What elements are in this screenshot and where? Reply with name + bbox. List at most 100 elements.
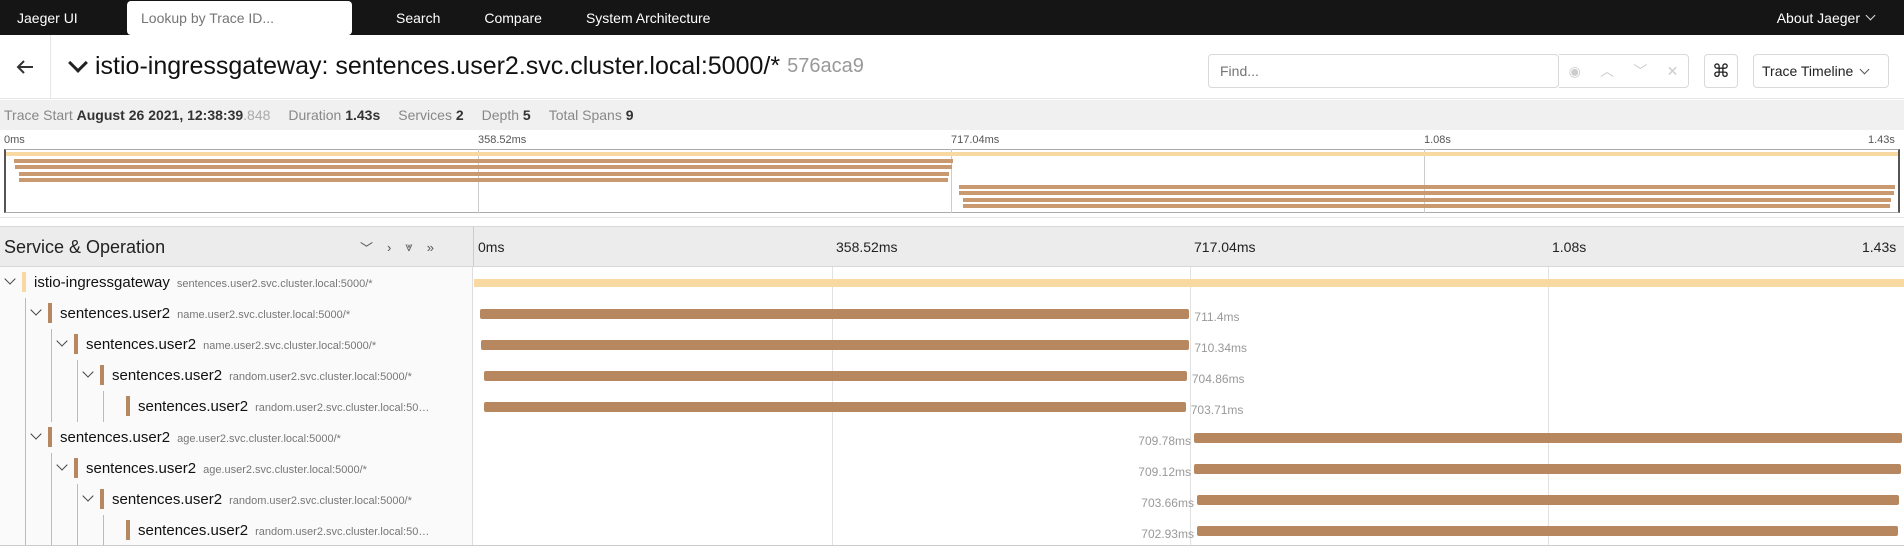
clear-icon[interactable]: ✕: [1667, 63, 1679, 80]
nav-search[interactable]: Search: [396, 10, 440, 26]
minimap-span-bar: [6, 152, 1898, 156]
span-bar[interactable]: [1193, 433, 1902, 443]
back-button[interactable]: [0, 34, 51, 99]
span-row[interactable]: sentences.user2 name.user2.svc.cluster.lo…: [0, 298, 1904, 329]
span-label[interactable]: sentences.user2 random.user2.svc.cluster.…: [138, 522, 429, 539]
tree-guide: [25, 422, 26, 453]
tree-guide: [51, 453, 52, 484]
next-match-icon[interactable]: ﹀: [1633, 61, 1647, 81]
span-row[interactable]: sentences.user2 random.user2.svc.cluster.…: [0, 484, 1904, 515]
service-name: sentences.user2: [112, 491, 223, 508]
span-name-cell[interactable]: sentences.user2 random.user2.svc.cluster.…: [0, 515, 473, 546]
toggle-children-icon[interactable]: [30, 304, 42, 316]
operation-name: random.user2.svc.cluster.local:50…: [255, 526, 430, 538]
collapse-chevron-icon[interactable]: [68, 52, 88, 73]
tree-guide: [51, 329, 52, 360]
expand-one-icon[interactable]: ›: [387, 240, 391, 255]
view-mode-select[interactable]: Trace Timeline: [1753, 54, 1889, 88]
nav-system-architecture[interactable]: System Architecture: [586, 10, 711, 26]
span-name-cell[interactable]: istio-ingressgateway sentences.user2.svc.…: [0, 267, 473, 298]
minimap-span-bar: [958, 191, 1895, 195]
trace-start-value: August 26 2021, 12:38:39: [76, 107, 244, 123]
depth: Depth 5: [482, 107, 531, 123]
span-name-cell[interactable]: sentences.user2 random.user2.svc.cluster.…: [0, 360, 473, 391]
span-row[interactable]: sentences.user2 name.user2.svc.cluster.lo…: [0, 329, 1904, 360]
span-bar[interactable]: [483, 402, 1186, 412]
span-bar[interactable]: [1196, 495, 1899, 505]
span-duration: 711.4ms: [1194, 310, 1240, 324]
tree-guide: [77, 391, 78, 422]
span-label[interactable]: sentences.user2 random.user2.svc.cluster.…: [138, 398, 429, 415]
span-duration: 710.34ms: [1194, 341, 1248, 355]
span-row[interactable]: sentences.user2 random.user2.svc.cluster.…: [0, 360, 1904, 391]
find-input[interactable]: [1209, 55, 1558, 87]
span-row[interactable]: sentences.user2 random.user2.svc.cluster.…: [0, 515, 1904, 546]
prev-match-icon[interactable]: ︿: [1600, 61, 1614, 81]
span-row[interactable]: istio-ingressgateway sentences.user2.svc.…: [0, 267, 1904, 298]
tree-guide: [25, 391, 26, 422]
span-name-cell[interactable]: sentences.user2 age.user2.svc.cluster.loc…: [0, 453, 473, 484]
nav-compare[interactable]: Compare: [484, 10, 542, 26]
span-bar[interactable]: [483, 371, 1187, 381]
span-row[interactable]: sentences.user2 random.user2.svc.cluster.…: [0, 391, 1904, 422]
keyboard-shortcuts-button[interactable]: ⌘: [1704, 54, 1738, 88]
service-name: sentences.user2: [60, 305, 171, 322]
toggle-children-icon[interactable]: [30, 428, 42, 440]
expand-all-icon[interactable]: »: [427, 240, 434, 255]
total-spans: Total Spans 9: [549, 107, 634, 123]
span-bar[interactable]: [474, 279, 1904, 287]
tree-guide: [77, 360, 78, 391]
span-label[interactable]: istio-ingressgateway sentences.user2.svc.…: [34, 274, 373, 291]
find-box: [1208, 54, 1559, 88]
span-name-cell[interactable]: sentences.user2 random.user2.svc.cluster.…: [0, 391, 473, 422]
span-label[interactable]: sentences.user2 name.user2.svc.cluster.lo…: [60, 305, 350, 322]
span-name-cell[interactable]: sentences.user2 name.user2.svc.cluster.lo…: [0, 298, 473, 329]
span-duration: 702.93ms: [1141, 527, 1194, 541]
operation-name: random.user2.svc.cluster.local:5000/*: [229, 495, 412, 507]
minimap-tick: 1.43s: [1868, 134, 1895, 146]
span-label[interactable]: sentences.user2 age.user2.svc.cluster.loc…: [60, 429, 341, 446]
operation-name: name.user2.svc.cluster.local:5000/*: [177, 309, 351, 321]
span-label[interactable]: sentences.user2 age.user2.svc.cluster.loc…: [86, 460, 367, 477]
trace-lookup-input[interactable]: [127, 0, 352, 35]
service-color-mark: [48, 303, 52, 323]
span-name-cell[interactable]: sentences.user2 random.user2.svc.cluster.…: [0, 484, 473, 515]
about-menu[interactable]: About Jaeger: [1777, 0, 1876, 35]
locate-icon[interactable]: ◉: [1569, 63, 1581, 80]
span-duration: 704.86ms: [1191, 372, 1245, 386]
brand-link[interactable]: Jaeger UI: [17, 10, 127, 26]
service-name: sentences.user2: [86, 336, 197, 353]
span-label[interactable]: sentences.user2 name.user2.svc.cluster.lo…: [86, 336, 376, 353]
chevron-down-icon: [1859, 64, 1870, 74]
span-bar[interactable]: [1196, 526, 1898, 536]
span-bar[interactable]: [1193, 464, 1902, 474]
minimap-span-bar: [19, 171, 950, 176]
total-spans-value: 9: [625, 107, 634, 123]
trace-minimap[interactable]: 0ms 358.52ms 717.04ms 1.08s 1.43s: [0, 130, 1904, 218]
arrow-left-icon: [16, 59, 33, 74]
toggle-children-icon[interactable]: [56, 335, 68, 347]
minimap-span-bar: [958, 184, 1896, 189]
top-nav: Jaeger UI Search Compare System Architec…: [0, 0, 1904, 35]
trace-start: Trace Start August 26 2021, 12:38:39.848: [4, 107, 270, 123]
collapse-one-icon[interactable]: ﹀: [360, 238, 373, 257]
span-name-cell[interactable]: sentences.user2 name.user2.svc.cluster.lo…: [0, 329, 473, 360]
toggle-children-icon[interactable]: [4, 273, 16, 285]
toggle-children-icon[interactable]: [82, 366, 94, 378]
span-label[interactable]: sentences.user2 random.user2.svc.cluster.…: [112, 367, 412, 384]
tree-guide: [51, 391, 52, 422]
collapse-all-icon[interactable]: ⩔: [405, 239, 412, 255]
toggle-children-icon[interactable]: [56, 459, 68, 471]
span-row[interactable]: sentences.user2 age.user2.svc.cluster.loc…: [0, 422, 1904, 453]
span-name-cell[interactable]: sentences.user2 age.user2.svc.cluster.loc…: [0, 422, 473, 453]
depth-value: 5: [522, 107, 531, 123]
toggle-children-icon[interactable]: [82, 490, 94, 502]
minimap-span-bar: [15, 165, 953, 169]
span-bar[interactable]: [479, 309, 1190, 319]
find-controls: ◉ ︿ ﹀ ✕: [1559, 54, 1689, 88]
duration-label: Duration: [288, 107, 342, 123]
span-row[interactable]: sentences.user2 age.user2.svc.cluster.loc…: [0, 453, 1904, 484]
span-bar[interactable]: [480, 340, 1190, 350]
span-label[interactable]: sentences.user2 random.user2.svc.cluster.…: [112, 491, 412, 508]
column-divider[interactable]: [473, 227, 474, 267]
